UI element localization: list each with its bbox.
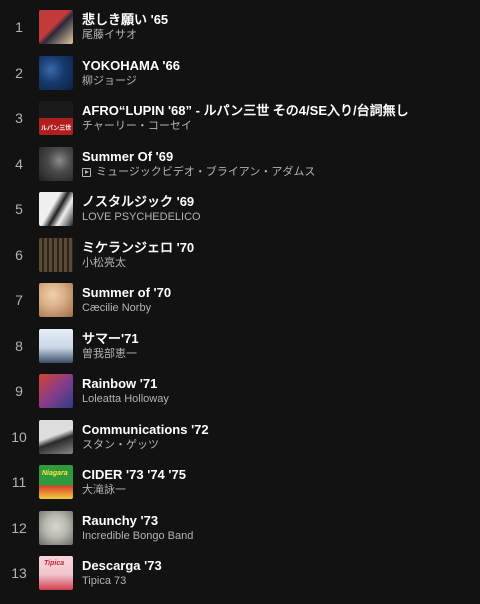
video-thumbnail[interactable] bbox=[39, 146, 73, 181]
track-row-1[interactable]: 1 悲しき願い '65 尾藤イサオ bbox=[0, 4, 480, 50]
track-row-5[interactable]: 5 ノスタルジック '69 LOVE PSYCHEDELICO bbox=[0, 187, 480, 233]
track-row-7[interactable]: 7 Summer of '70 Cæcilie Norby bbox=[0, 278, 480, 324]
track-row-4[interactable]: 4 Summer Of '69 ミュージックビデオ・ブライアン・アダムス bbox=[0, 141, 480, 187]
track-number: 2 bbox=[15, 64, 23, 81]
album-cover-text: Tipica bbox=[44, 560, 65, 568]
track-artist[interactable]: Incredible Bongo Band bbox=[82, 529, 193, 544]
track-number: 13 bbox=[11, 565, 27, 582]
album-cover-text: Niagara bbox=[42, 470, 68, 478]
track-list: 1 悲しき願い '65 尾藤イサオ 2 YOKOHAMA '66 柳ジョージ 3… bbox=[0, 0, 480, 604]
album-cover[interactable] bbox=[39, 283, 73, 318]
album-cover[interactable]: Niagara bbox=[39, 465, 73, 500]
track-title[interactable]: AFRO“LUPIN '68” - ルパン三世 その4/SE入り/台詞無し bbox=[82, 102, 409, 119]
track-row-9[interactable]: 9 Rainbow '71 Loleatta Holloway bbox=[0, 369, 480, 415]
track-number: 10 bbox=[11, 428, 27, 445]
track-row-10[interactable]: 10 Communications '72 スタン・ゲッツ bbox=[0, 414, 480, 460]
album-cover[interactable] bbox=[39, 510, 73, 545]
album-cover[interactable] bbox=[39, 55, 73, 90]
track-number: 6 bbox=[15, 246, 23, 263]
track-row-11[interactable]: 11 Niagara CIDER '73 '74 '75 大滝詠一 bbox=[0, 460, 480, 506]
album-cover[interactable]: Tipica bbox=[39, 556, 73, 591]
track-row-6[interactable]: 6 ミケランジェロ '70 小松亮太 bbox=[0, 232, 480, 278]
track-artist[interactable]: チャーリー・コーセイ bbox=[82, 119, 409, 134]
track-artist-line: ミュージックビデオ・ブライアン・アダムス bbox=[82, 165, 315, 180]
track-title[interactable]: Descarga '73 bbox=[82, 557, 162, 574]
track-number: 8 bbox=[15, 337, 23, 354]
track-artist[interactable]: 柳ジョージ bbox=[82, 74, 180, 89]
track-title[interactable]: サマー'71 bbox=[82, 330, 139, 347]
track-number: 11 bbox=[11, 474, 27, 491]
track-artist[interactable]: LOVE PSYCHEDELICO bbox=[82, 210, 201, 225]
track-artist[interactable]: Loleatta Holloway bbox=[82, 392, 169, 407]
track-row-3[interactable]: 3 ルパン三世 AFRO“LUPIN '68” - ルパン三世 その4/SE入り… bbox=[0, 96, 480, 142]
track-artist[interactable]: ミュージックビデオ・ブライアン・アダムス bbox=[96, 165, 315, 180]
track-number: 5 bbox=[15, 201, 23, 218]
track-artist[interactable]: 曽我部恵一 bbox=[82, 347, 139, 362]
track-number: 4 bbox=[15, 155, 23, 172]
track-row-13[interactable]: 13 Tipica Descarga '73 Tipica 73 bbox=[0, 551, 480, 597]
track-number: 3 bbox=[15, 110, 23, 127]
track-title[interactable]: Summer Of '69 bbox=[82, 148, 315, 165]
album-cover[interactable] bbox=[39, 237, 73, 272]
track-row-8[interactable]: 8 サマー'71 曽我部恵一 bbox=[0, 323, 480, 369]
track-row-12[interactable]: 12 Raunchy '73 Incredible Bongo Band bbox=[0, 505, 480, 551]
track-title[interactable]: YOKOHAMA '66 bbox=[82, 57, 180, 74]
album-cover[interactable]: ルパン三世 bbox=[39, 101, 73, 136]
track-row-2[interactable]: 2 YOKOHAMA '66 柳ジョージ bbox=[0, 50, 480, 96]
track-title[interactable]: ノスタルジック '69 bbox=[82, 193, 201, 210]
track-number: 12 bbox=[11, 519, 27, 536]
album-cover[interactable] bbox=[39, 419, 73, 454]
track-title[interactable]: ミケランジェロ '70 bbox=[82, 239, 194, 256]
album-cover-text: ルパン三世 bbox=[41, 126, 72, 133]
track-artist[interactable]: 尾藤イサオ bbox=[82, 28, 168, 43]
track-artist[interactable]: 大滝詠一 bbox=[82, 483, 186, 498]
track-number: 1 bbox=[15, 18, 23, 35]
track-title[interactable]: Raunchy '73 bbox=[82, 512, 193, 529]
track-title[interactable]: Communications '72 bbox=[82, 421, 209, 438]
album-cover[interactable] bbox=[39, 9, 73, 44]
music-video-icon bbox=[82, 167, 91, 177]
track-title[interactable]: Summer of '70 bbox=[82, 284, 171, 301]
track-artist[interactable]: スタン・ゲッツ bbox=[82, 438, 209, 453]
album-cover[interactable] bbox=[39, 374, 73, 409]
track-number: 7 bbox=[15, 292, 23, 309]
track-artist[interactable]: Cæcilie Norby bbox=[82, 301, 171, 316]
track-artist[interactable]: Tipica 73 bbox=[82, 574, 162, 589]
track-number: 9 bbox=[15, 383, 23, 400]
album-cover[interactable] bbox=[39, 328, 73, 363]
album-cover[interactable] bbox=[39, 192, 73, 227]
track-title[interactable]: CIDER '73 '74 '75 bbox=[82, 466, 186, 483]
track-artist[interactable]: 小松亮太 bbox=[82, 256, 194, 271]
track-title[interactable]: Rainbow '71 bbox=[82, 375, 169, 392]
track-title[interactable]: 悲しき願い '65 bbox=[82, 11, 168, 28]
